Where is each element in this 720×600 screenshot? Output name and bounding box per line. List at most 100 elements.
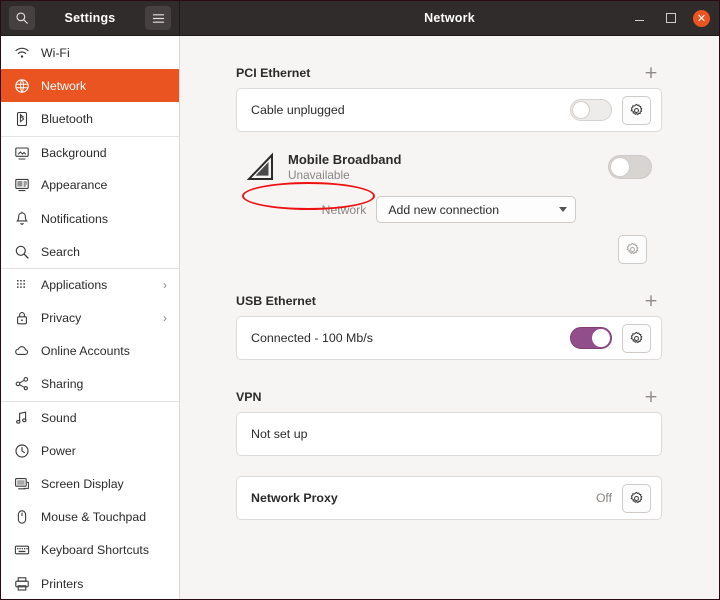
sidebar-item-printers[interactable]: Printers: [1, 567, 179, 599]
usb-ethernet-toggle[interactable]: [570, 327, 612, 349]
sidebar-item-label: Search: [41, 244, 80, 259]
vpn-status: Not set up: [251, 427, 308, 441]
window-controls: ✕: [631, 9, 710, 27]
chevron-down-icon: [559, 207, 568, 212]
sidebar-item-label: Screen Display: [41, 477, 124, 492]
network-panel: PCI Ethernet + Cable unplugged Mobile Br…: [180, 36, 719, 599]
gear-icon: [630, 331, 643, 343]
sidebar-item-online-accounts[interactable]: Online Accounts: [1, 335, 179, 368]
screen-display-icon: [13, 475, 31, 493]
sidebar-item-label: Keyboard Shortcuts: [41, 543, 150, 558]
sidebar-item-label: Network: [41, 78, 87, 93]
sidebar-header: Settings: [1, 1, 180, 35]
sidebar-nav: Wi-Fi Network Bluetooth Background Appea…: [1, 36, 180, 599]
bell-icon: [13, 210, 31, 228]
sidebar-item-network[interactable]: Network: [1, 69, 179, 103]
network-proxy-value: Off: [595, 491, 612, 505]
toggle-knob: [610, 157, 630, 177]
toggle-knob: [592, 329, 610, 347]
music-note-icon: [13, 409, 31, 427]
settings-window: Settings Network ✕ Wi-Fi Network Bluetoo…: [0, 0, 720, 600]
pci-ethernet-toggle[interactable]: [570, 99, 612, 121]
monitor-icon: [13, 144, 31, 162]
share-icon: [13, 375, 31, 393]
network-label: Network: [321, 202, 367, 217]
add-vpn-button[interactable]: +: [640, 386, 662, 408]
power-icon: [13, 442, 31, 460]
sidebar-item-keyboard-shortcuts[interactable]: Keyboard Shortcuts: [1, 534, 179, 567]
network-proxy-settings-button[interactable]: [622, 483, 651, 513]
window-body: Wi-Fi Network Bluetooth Background Appea…: [1, 36, 719, 599]
bluetooth-icon: [13, 110, 31, 128]
usb-ethernet-settings-button[interactable]: [622, 323, 651, 353]
printer-icon: [13, 575, 31, 593]
grid-dots-icon: [13, 276, 31, 294]
network-proxy-title: Network Proxy: [251, 491, 338, 505]
hamburger-menu-icon: [152, 13, 164, 23]
pci-ethernet-settings-button[interactable]: [622, 95, 651, 125]
sidebar-item-label: Wi-Fi: [41, 45, 70, 60]
add-pci-ethernet-button[interactable]: +: [640, 62, 662, 84]
mouse-icon: [13, 508, 31, 526]
sidebar-item-sound[interactable]: Sound: [1, 401, 179, 434]
gear-icon: [626, 242, 639, 255]
sidebar-item-label: Notifications: [41, 211, 108, 226]
minimize-button[interactable]: [631, 10, 648, 27]
vpn-card: Not set up: [236, 412, 662, 456]
sidebar-item-label: Background: [41, 145, 107, 160]
network-proxy-row[interactable]: Network Proxy Off: [237, 477, 661, 519]
sidebar-item-label: Online Accounts: [41, 344, 130, 359]
wifi-icon: [13, 44, 31, 62]
vpn-header: VPN +: [236, 382, 662, 412]
mobile-broadband-subtitle: Unavailable: [288, 167, 350, 182]
sidebar-item-search[interactable]: Search: [1, 235, 179, 268]
sidebar-item-notifications[interactable]: Notifications: [1, 202, 179, 235]
appearance-icon: [13, 176, 31, 194]
sidebar-item-label: Printers: [41, 576, 84, 591]
sidebar-item-label: Sound: [41, 411, 77, 426]
mobile-broadband-toggle[interactable]: [608, 155, 652, 179]
mobile-broadband-section: Mobile Broadband Unavailable Network Add…: [236, 150, 662, 264]
vpn-row: Not set up: [237, 413, 661, 455]
toggle-knob: [572, 101, 590, 119]
sidebar-item-screen-display[interactable]: Screen Display: [1, 467, 179, 500]
search-icon: [16, 12, 28, 24]
sidebar-item-label: Privacy: [41, 311, 82, 326]
gear-icon: [630, 103, 643, 115]
sidebar-item-sharing[interactable]: Sharing: [1, 368, 179, 401]
mobile-broadband-network-row: Network Add new connection: [236, 196, 662, 223]
connection-dropdown-value: Add new connection: [388, 202, 500, 217]
add-usb-ethernet-button[interactable]: +: [640, 290, 662, 312]
content-header: Network ✕: [180, 1, 719, 35]
pci-ethernet-header: PCI Ethernet +: [236, 58, 662, 88]
mobile-broadband-header: Mobile Broadband Unavailable: [236, 150, 662, 184]
pci-ethernet-status: Cable unplugged: [251, 103, 345, 117]
vpn-title: VPN: [236, 390, 262, 404]
sidebar-item-label: Power: [41, 443, 76, 458]
usb-ethernet-card: Connected - 100 Mb/s: [236, 316, 662, 360]
sidebar-item-privacy[interactable]: Privacy ›: [1, 302, 179, 335]
maximize-button[interactable]: [662, 10, 679, 27]
lock-icon: [13, 309, 31, 327]
sidebar-item-bluetooth[interactable]: Bluetooth: [1, 102, 179, 135]
sidebar-item-power[interactable]: Power: [1, 434, 179, 467]
sidebar-item-label: Mouse & Touchpad: [41, 510, 147, 525]
chevron-right-icon: ›: [163, 311, 167, 326]
search-button[interactable]: [9, 6, 35, 30]
mobile-broadband-title: Mobile Broadband: [288, 151, 402, 167]
mobile-broadband-text: Mobile Broadband Unavailable: [288, 152, 608, 183]
connection-dropdown[interactable]: Add new connection: [376, 196, 577, 223]
keyboard-icon: [13, 541, 31, 559]
menu-button[interactable]: [145, 6, 171, 30]
mobile-broadband-settings-button[interactable]: [618, 235, 647, 264]
sidebar-item-mouse-touchpad[interactable]: Mouse & Touchpad: [1, 501, 179, 534]
sidebar-item-background[interactable]: Background: [1, 135, 179, 169]
sidebar-item-wifi[interactable]: Wi-Fi: [1, 36, 179, 69]
usb-ethernet-row: Connected - 100 Mb/s: [237, 317, 661, 359]
sidebar-item-applications[interactable]: Applications ›: [1, 268, 179, 301]
app-title: Settings: [64, 11, 116, 25]
sidebar-item-appearance[interactable]: Appearance: [1, 169, 179, 202]
network-proxy-card: Network Proxy Off: [236, 476, 662, 520]
sidebar-item-label: Applications: [41, 278, 108, 293]
close-button[interactable]: ✕: [693, 9, 710, 27]
